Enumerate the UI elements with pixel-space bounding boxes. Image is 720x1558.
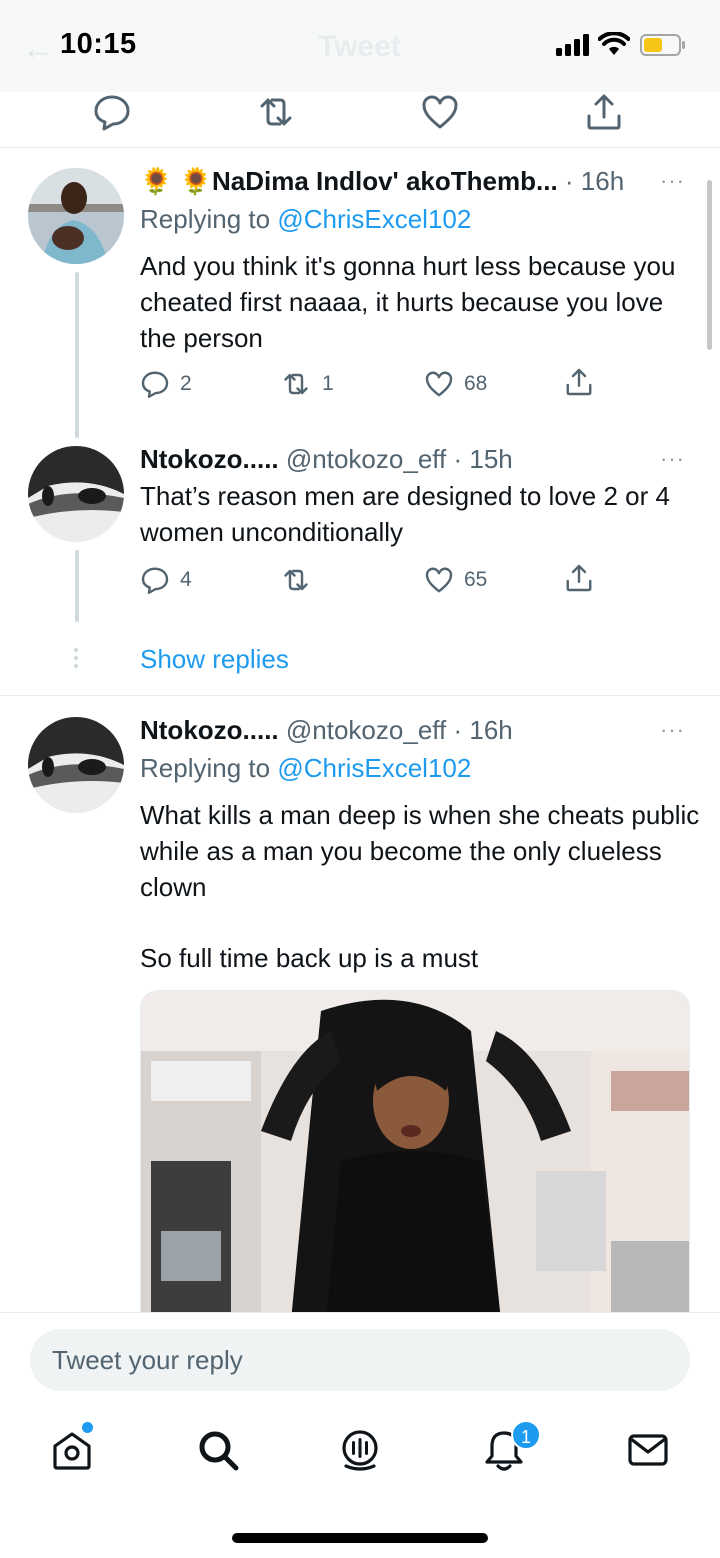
like-count: 65 [464, 568, 488, 591]
thread-dots [74, 648, 78, 672]
notification-badge: 1 [511, 1420, 541, 1450]
like-count-button[interactable]: 65 [424, 564, 487, 596]
replying-to: Replying to @ChrisExcel102 [140, 753, 472, 783]
tweet-text: What kills a man deep is when she cheats… [140, 800, 700, 902]
share-button[interactable] [564, 562, 594, 594]
retweet-count: 1 [322, 372, 334, 395]
like-icon [425, 567, 453, 593]
reply-icon [141, 371, 169, 398]
like-count: 68 [464, 372, 488, 395]
reply-count-button[interactable]: 2 [140, 368, 192, 400]
share-icon [566, 368, 592, 396]
show-replies-link[interactable]: Show replies [140, 644, 289, 675]
reply-icon[interactable] [92, 92, 132, 132]
share-button[interactable] [564, 366, 594, 398]
like-icon[interactable] [420, 92, 460, 132]
replying-handle-link[interactable]: @ChrisExcel102 [277, 753, 471, 783]
display-name[interactable]: 🌻 🌻NaDima Indlov' akoThemb... [140, 166, 558, 196]
back-arrow-icon[interactable]: ← [22, 30, 54, 67]
status-time: 10:15 [60, 28, 137, 60]
page-title: Tweet [318, 30, 401, 63]
display-name[interactable]: Ntokozo..... [140, 444, 279, 474]
avatar[interactable] [28, 717, 124, 813]
reply-count: 4 [180, 568, 192, 591]
home-indicator[interactable] [232, 1533, 488, 1543]
thread-line [75, 272, 79, 438]
avatar[interactable] [28, 168, 124, 264]
replying-to: Replying to @ChrisExcel102 [140, 204, 472, 234]
battery-icon [640, 34, 685, 56]
share-icon [566, 564, 592, 592]
status-bar: ← 10:15 Tweet [0, 0, 720, 92]
display-name[interactable]: Ntokozo..... [140, 715, 279, 745]
reply-count: 2 [180, 372, 192, 395]
main-tweet-actions [0, 86, 720, 148]
search-icon[interactable] [196, 1428, 240, 1472]
reply-composer-bar [0, 1312, 720, 1412]
reply-count-button[interactable]: 4 [140, 564, 192, 596]
tweet-text-paragraph-2: So full time back up is a must [140, 943, 479, 973]
retweet-count-button[interactable] [280, 564, 322, 596]
more-options-icon[interactable]: ··· [660, 446, 685, 472]
more-options-icon[interactable]: ··· [660, 717, 685, 743]
tweet-meta: · 16h [557, 166, 625, 196]
avatar[interactable] [28, 446, 124, 542]
replying-handle-link[interactable]: @ChrisExcel102 [277, 204, 471, 234]
reply-icon [141, 567, 169, 594]
more-options-icon[interactable]: ··· [660, 168, 685, 194]
wifi-icon [598, 32, 630, 55]
tweet-meta: @ntokozo_eff · 16h [278, 715, 513, 745]
tweet-text: That’s reason men are designed to love 2… [140, 481, 670, 547]
tweet-meta: @ntokozo_eff · 15h [278, 444, 513, 474]
home-icon[interactable] [50, 1428, 94, 1472]
retweet-icon[interactable] [256, 92, 296, 132]
tweet-media-image[interactable] [140, 990, 690, 1320]
divider [0, 695, 720, 696]
retweet-count-button[interactable]: 1 [280, 368, 334, 400]
messages-icon[interactable] [626, 1428, 670, 1472]
retweet-icon [284, 569, 308, 591]
spaces-icon[interactable] [338, 1428, 382, 1472]
tweet-text: And you think it's gonna hurt less becau… [140, 251, 676, 353]
like-icon [425, 371, 453, 397]
scrollbar[interactable] [707, 180, 712, 350]
like-count-button[interactable]: 68 [424, 368, 487, 400]
home-unread-dot [82, 1422, 93, 1433]
signal-icon [556, 34, 589, 56]
share-icon[interactable] [584, 92, 624, 132]
retweet-icon [284, 373, 308, 395]
tweet-reply-input[interactable] [30, 1329, 690, 1391]
thread-line [75, 550, 79, 622]
